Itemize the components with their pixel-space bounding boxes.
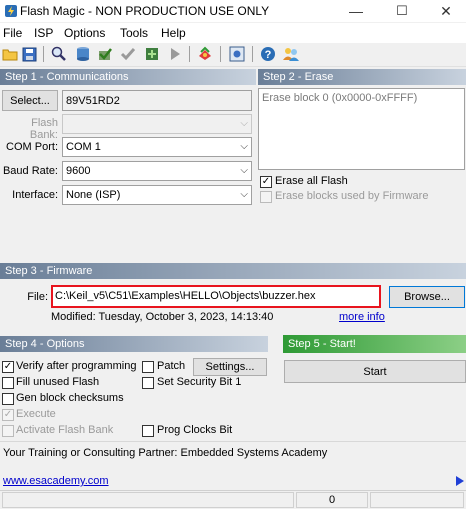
svg-text:?: ? xyxy=(265,49,272,61)
browse-button[interactable]: Browse... xyxy=(389,286,465,308)
prog-clocks-checkbox[interactable] xyxy=(142,425,154,437)
step4-header: Step 4 - Options xyxy=(0,336,268,352)
chevron-down-icon: ⌵ xyxy=(240,165,248,176)
modified-date-text: Modified: Tuesday, October 3, 2023, 14:1… xyxy=(51,311,274,323)
device-name-field: 89V51RD2 xyxy=(62,90,252,111)
patch-checkbox[interactable] xyxy=(142,361,154,373)
firmware-file-path: C:\Keil_v5\C51\Examples\HELLO\Objects\bu… xyxy=(55,290,316,302)
window-title: Flash Magic - NON PRODUCTION USE ONLY xyxy=(20,4,270,18)
partner-text: Your Training or Consulting Partner: Emb… xyxy=(3,447,328,459)
step5-header: Step 5 - Start! xyxy=(283,335,466,353)
step1-header: Step 1 - Communications xyxy=(0,69,256,85)
activate-bank-label: Activate Flash Bank xyxy=(16,424,114,436)
execute-checkbox: ✓ xyxy=(2,409,14,421)
erase-block-list[interactable]: Erase block 0 (0x0000-0xFFFF) xyxy=(258,88,465,170)
baud-rate-label: Baud Rate: xyxy=(2,165,58,177)
com-port-label: COM Port: xyxy=(6,141,58,153)
erase-block-item[interactable]: Erase block 0 (0x0000-0xFFFF) xyxy=(259,89,464,107)
more-info-link[interactable]: more info xyxy=(339,311,385,323)
chevron-down-icon: ⌵ xyxy=(240,141,248,152)
file-label: File: xyxy=(27,291,48,303)
verify-icon[interactable] xyxy=(119,45,137,63)
fill-unused-checkbox[interactable] xyxy=(2,377,14,389)
chevron-down-icon: ⌵ xyxy=(240,189,248,200)
status-pane-counter: 0 xyxy=(296,492,368,508)
save-icon[interactable] xyxy=(20,45,38,63)
security-bit-checkbox[interactable] xyxy=(142,377,154,389)
erase-all-checkbox[interactable]: ✓ xyxy=(260,176,272,188)
tools-icon[interactable] xyxy=(196,45,214,63)
close-button[interactable]: ✕ xyxy=(424,0,466,22)
toolbar-separator xyxy=(252,46,253,62)
open-icon[interactable] xyxy=(1,45,19,63)
program-icon[interactable] xyxy=(143,45,161,63)
menu-file[interactable]: File xyxy=(3,26,22,40)
flash-magic-app-icon xyxy=(4,4,18,18)
status-counter-value: 0 xyxy=(328,494,336,506)
erase-all-label: Erase all Flash xyxy=(275,175,348,187)
erase-used-label: Erase blocks used by Firmware xyxy=(275,190,429,202)
go-icon[interactable] xyxy=(166,45,184,63)
settings-button[interactable]: Settings... xyxy=(193,358,267,376)
com-port-value: COM 1 xyxy=(66,141,101,153)
toolbar-separator xyxy=(220,46,221,62)
flash-bank-label: Flash Bank: xyxy=(29,117,58,141)
toolbar-separator xyxy=(189,46,190,62)
toolbar-separator xyxy=(43,46,44,62)
patch-label: Patch xyxy=(157,360,186,372)
baud-rate-select[interactable]: 9600 ⌵ xyxy=(62,161,252,181)
verify-label: Verify after programming xyxy=(16,360,137,372)
search-icon[interactable] xyxy=(50,45,68,63)
maximize-button[interactable]: ☐ xyxy=(380,0,424,22)
gen-checksums-label: Gen block checksums xyxy=(16,392,124,404)
com-port-select[interactable]: COM 1 ⌵ xyxy=(62,137,252,157)
status-pane-main xyxy=(2,492,294,508)
firmware-file-input[interactable]: C:\Keil_v5\C51\Examples\HELLO\Objects\bu… xyxy=(51,285,381,308)
menu-options[interactable]: Options xyxy=(64,26,105,40)
erase-icon[interactable] xyxy=(96,45,114,63)
verify-checkbox[interactable]: ✓ xyxy=(2,361,14,373)
select-device-button[interactable]: Select... xyxy=(2,90,58,111)
interface-select[interactable]: None (ISP) ⌵ xyxy=(62,185,252,205)
play-arrow-icon[interactable] xyxy=(455,475,465,487)
menu-isp[interactable]: ISP xyxy=(34,26,53,40)
divider xyxy=(0,441,466,442)
esacademy-link[interactable]: www.esacademy.com xyxy=(3,475,109,487)
step3-header: Step 3 - Firmware xyxy=(0,263,466,279)
help-icon[interactable]: ? xyxy=(259,45,277,63)
interface-label: Interface: xyxy=(12,189,58,201)
security-bit-label: Set Security Bit 1 xyxy=(157,376,242,388)
interface-value: None (ISP) xyxy=(66,189,121,201)
fill-unused-label: Fill unused Flash xyxy=(16,376,100,388)
minimize-button[interactable]: — xyxy=(334,0,378,22)
gen-checksums-checkbox[interactable] xyxy=(2,393,14,405)
menu-tools[interactable]: Tools xyxy=(120,26,148,40)
erase-used-checkbox xyxy=(260,191,272,203)
start-button[interactable]: Start xyxy=(284,360,466,383)
baud-rate-value: 9600 xyxy=(66,165,91,177)
chevron-down-icon: ⌵ xyxy=(240,118,248,129)
status-pane-extra xyxy=(370,492,464,508)
execute-label: Execute xyxy=(16,408,56,420)
step2-header: Step 2 - Erase xyxy=(258,69,466,85)
window-icon[interactable] xyxy=(228,45,246,63)
blank-check-icon[interactable] xyxy=(74,45,92,63)
users-icon[interactable] xyxy=(282,45,300,63)
flash-bank-select: ⌵ xyxy=(62,114,252,134)
prog-clocks-label: Prog Clocks Bit xyxy=(157,424,233,436)
menu-help[interactable]: Help xyxy=(161,26,186,40)
activate-bank-checkbox xyxy=(2,425,14,437)
